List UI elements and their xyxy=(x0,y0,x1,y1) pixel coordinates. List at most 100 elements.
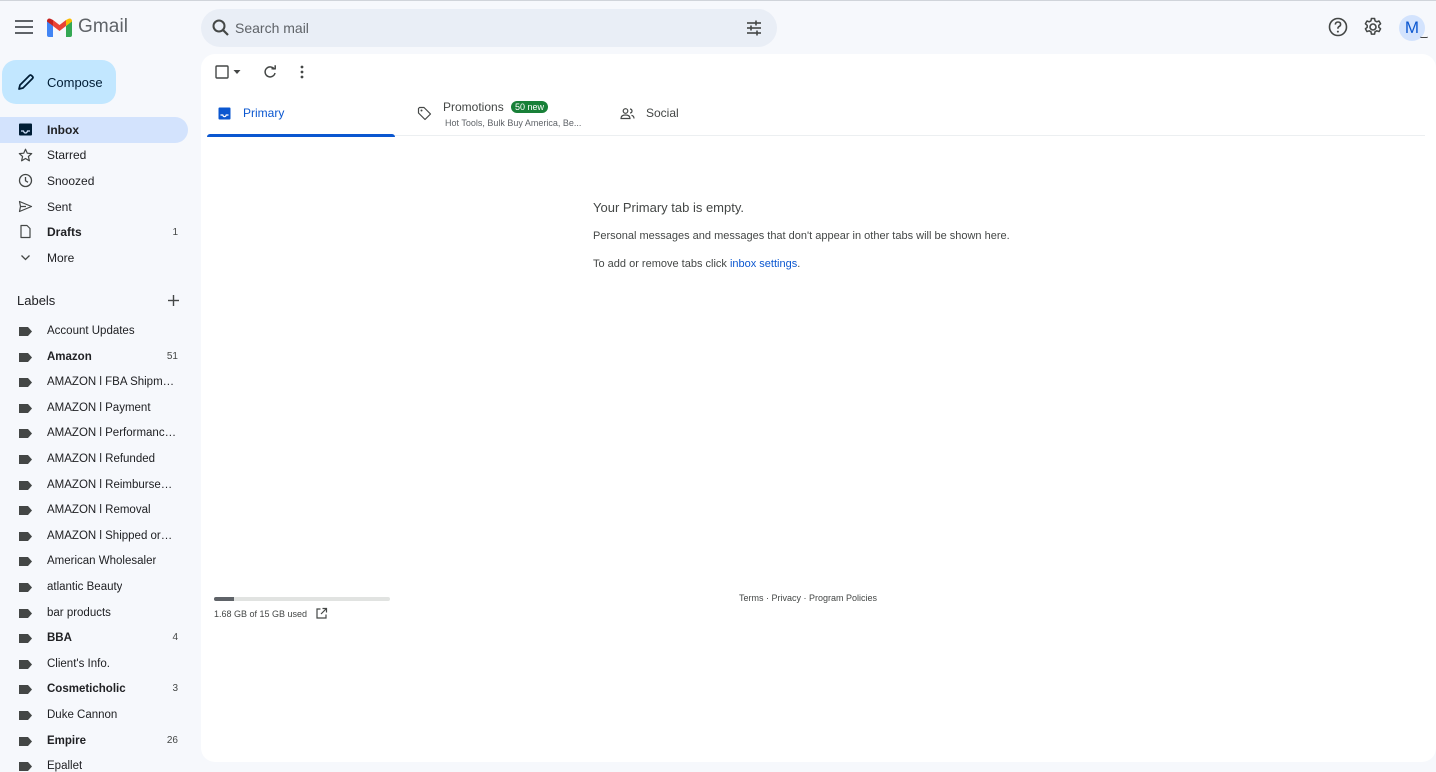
terms-link[interactable]: Terms xyxy=(739,593,764,603)
search-input[interactable] xyxy=(235,9,735,47)
sidebar-label-item[interactable]: AMAZON l Refunded xyxy=(0,447,188,473)
labels-heading: Labels xyxy=(17,293,56,308)
sidebar-label-item[interactable]: Epallet xyxy=(0,754,188,772)
sidebar-label-item[interactable]: Cosmeticholic 3 xyxy=(0,677,188,703)
select-dropdown-icon[interactable] xyxy=(233,69,241,75)
hint-prefix: To add or remove tabs click xyxy=(593,258,730,270)
select-checkbox-icon[interactable] xyxy=(215,65,229,79)
label-tag-icon xyxy=(19,429,32,439)
label-tag-icon xyxy=(19,454,32,464)
help-icon[interactable] xyxy=(1327,16,1349,38)
clock-icon xyxy=(18,174,33,188)
tab-label: Social xyxy=(646,106,679,120)
refresh-icon[interactable] xyxy=(262,64,278,80)
sidebar-item-more[interactable]: More xyxy=(0,245,188,271)
sidebar-label-item[interactable]: AMAZON l Shipped order xyxy=(0,524,188,550)
label-tag-icon xyxy=(19,634,32,644)
star-icon xyxy=(18,148,33,161)
main-panel: Primary Promotions 50 new Hot Tools, Bul… xyxy=(201,54,1436,762)
search-bar[interactable] xyxy=(201,9,777,47)
tab-social[interactable]: Social xyxy=(610,94,790,136)
label-tag-icon xyxy=(19,710,32,720)
sidebar-item-snoozed[interactable]: Snoozed xyxy=(0,168,188,194)
label-name: AMAZON l Performance... xyxy=(47,427,177,440)
sidebar-label-item[interactable]: Account Updates xyxy=(0,319,188,345)
label-name: American Wholesaler xyxy=(47,555,157,568)
sidebar-label-item[interactable]: AMAZON l Removal xyxy=(0,498,188,524)
label-tag-icon xyxy=(19,582,32,592)
empty-state-hint: To add or remove tabs click inbox settin… xyxy=(593,258,800,270)
label-name: AMAZON l Refunded xyxy=(47,452,156,465)
external-link-icon[interactable] xyxy=(315,607,328,620)
sidebar-label-item[interactable]: atlantic Beauty xyxy=(0,575,188,601)
compose-label: Compose xyxy=(47,74,103,90)
storage-meter xyxy=(214,597,390,601)
label-tag-icon xyxy=(19,659,32,669)
label-tag-icon xyxy=(19,352,32,362)
sidebar-label-item[interactable]: BBA 4 xyxy=(0,626,188,652)
app-header: Gmail M xyxy=(0,1,1436,55)
tab-promotions[interactable]: Promotions 50 new Hot Tools, Bulk Buy Am… xyxy=(407,94,603,136)
sidebar-item-label: More xyxy=(47,250,75,265)
sidebar-nav: Inbox Starred Snoozed Sent Drafts 1 More xyxy=(0,117,188,271)
add-label-icon[interactable] xyxy=(166,293,181,308)
footer-links: Terms · Privacy · Program Policies xyxy=(739,593,877,603)
gmail-m-icon xyxy=(47,18,72,37)
tab-label: Primary xyxy=(243,106,285,120)
privacy-link[interactable]: Privacy xyxy=(772,593,802,603)
label-tag-icon xyxy=(19,531,32,541)
people-icon xyxy=(620,108,635,120)
label-count: 51 xyxy=(166,350,178,362)
label-tag-icon xyxy=(19,506,32,516)
empty-state-title: Your Primary tab is empty. xyxy=(593,200,744,215)
account-avatar[interactable]: M xyxy=(1399,15,1428,41)
label-name: AMAZON l Payment xyxy=(47,401,151,414)
footer-separator: · xyxy=(763,593,772,603)
sidebar-item-inbox[interactable]: Inbox xyxy=(0,117,188,143)
gmail-logo[interactable]: Gmail xyxy=(47,16,128,38)
main-menu-button[interactable] xyxy=(10,13,38,41)
labels-list: Account Updates Amazon 51 AMAZON l FBA Ship… xyxy=(0,319,188,772)
label-tag-icon xyxy=(19,762,32,772)
sidebar-label-item[interactable]: AMAZON l FBA Shipmen... xyxy=(0,370,188,396)
sidebar-label-item[interactable]: Client's Info. xyxy=(0,652,188,678)
settings-icon[interactable] xyxy=(1362,16,1384,38)
sidebar-label-item[interactable]: Empire 26 xyxy=(0,729,188,755)
label-count: 3 xyxy=(172,683,178,695)
sidebar-label-item[interactable]: Amazon 51 xyxy=(0,345,188,371)
label-name: AMAZON l Shipped order xyxy=(47,529,177,542)
program-policies-link[interactable]: Program Policies xyxy=(809,593,877,603)
inbox-settings-link[interactable]: inbox settings xyxy=(730,258,797,270)
label-count: 4 xyxy=(172,632,178,644)
sidebar-label-item[interactable]: Duke Cannon xyxy=(0,703,188,729)
inbox-icon xyxy=(218,107,231,120)
sidebar-label-item[interactable]: American Wholesaler xyxy=(0,549,188,575)
more-options-icon[interactable] xyxy=(294,64,310,80)
sidebar-item-starred[interactable]: Starred xyxy=(0,143,188,169)
sidebar-label-item[interactable]: AMAZON l Performance... xyxy=(0,421,188,447)
avatar-letter: M xyxy=(1404,18,1420,37)
new-count-badge: 50 new xyxy=(511,101,549,113)
sidebar-item-sent[interactable]: Sent xyxy=(0,194,188,220)
search-options-icon[interactable] xyxy=(744,18,764,38)
storage-meter-fill xyxy=(214,597,234,601)
search-icon[interactable] xyxy=(211,18,231,38)
tab-primary[interactable]: Primary xyxy=(207,94,395,137)
mail-toolbar xyxy=(201,54,501,90)
tag-icon xyxy=(417,106,432,121)
sidebar-label-item[interactable]: bar products xyxy=(0,601,188,627)
sidebar-label-item[interactable]: AMAZON l Payment xyxy=(0,396,188,422)
compose-button[interactable]: Compose xyxy=(2,60,116,104)
sidebar-label-item[interactable]: AMAZON l Reimbursem... xyxy=(0,473,188,499)
label-name: Epallet xyxy=(47,760,83,772)
label-tag-icon xyxy=(19,608,32,618)
unread-count: 1 xyxy=(172,226,178,238)
chevron-down-icon xyxy=(21,255,30,261)
label-name: AMAZON l Reimbursem... xyxy=(47,478,177,491)
label-name: Empire xyxy=(47,734,86,747)
label-name: AMAZON l FBA Shipmen... xyxy=(47,376,177,389)
sidebar-item-label: Inbox xyxy=(47,122,79,137)
label-name: bar products xyxy=(47,606,111,619)
sidebar-item-drafts[interactable]: Drafts 1 xyxy=(0,219,188,245)
footer-separator: · xyxy=(801,593,810,603)
